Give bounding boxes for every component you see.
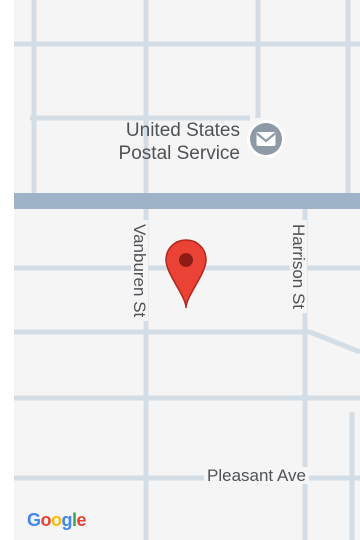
street-label-harrison: Harrison St <box>289 220 308 314</box>
street-horizontal <box>309 329 360 355</box>
logo-letter: G <box>27 510 41 530</box>
map-view[interactable]: United States Postal Service Vanburen St… <box>0 0 360 540</box>
logo-letter: e <box>76 510 87 530</box>
street-label-pleasant: Pleasant Ave <box>204 467 309 484</box>
major-road <box>14 193 360 209</box>
google-logo[interactable]: Google <box>27 510 87 531</box>
poi-label-line2: Postal Service <box>118 143 240 164</box>
location-pin-icon[interactable] <box>164 238 208 310</box>
street-label-vanburen: Vanburen St <box>130 220 149 322</box>
poi-label[interactable]: United States Postal Service <box>60 119 240 165</box>
logo-letter: o <box>40 510 52 530</box>
mail-icon[interactable] <box>244 117 288 161</box>
poi-label-line1: United States <box>125 120 240 141</box>
logo-letter: g <box>61 510 73 530</box>
logo-letter: o <box>51 510 62 530</box>
